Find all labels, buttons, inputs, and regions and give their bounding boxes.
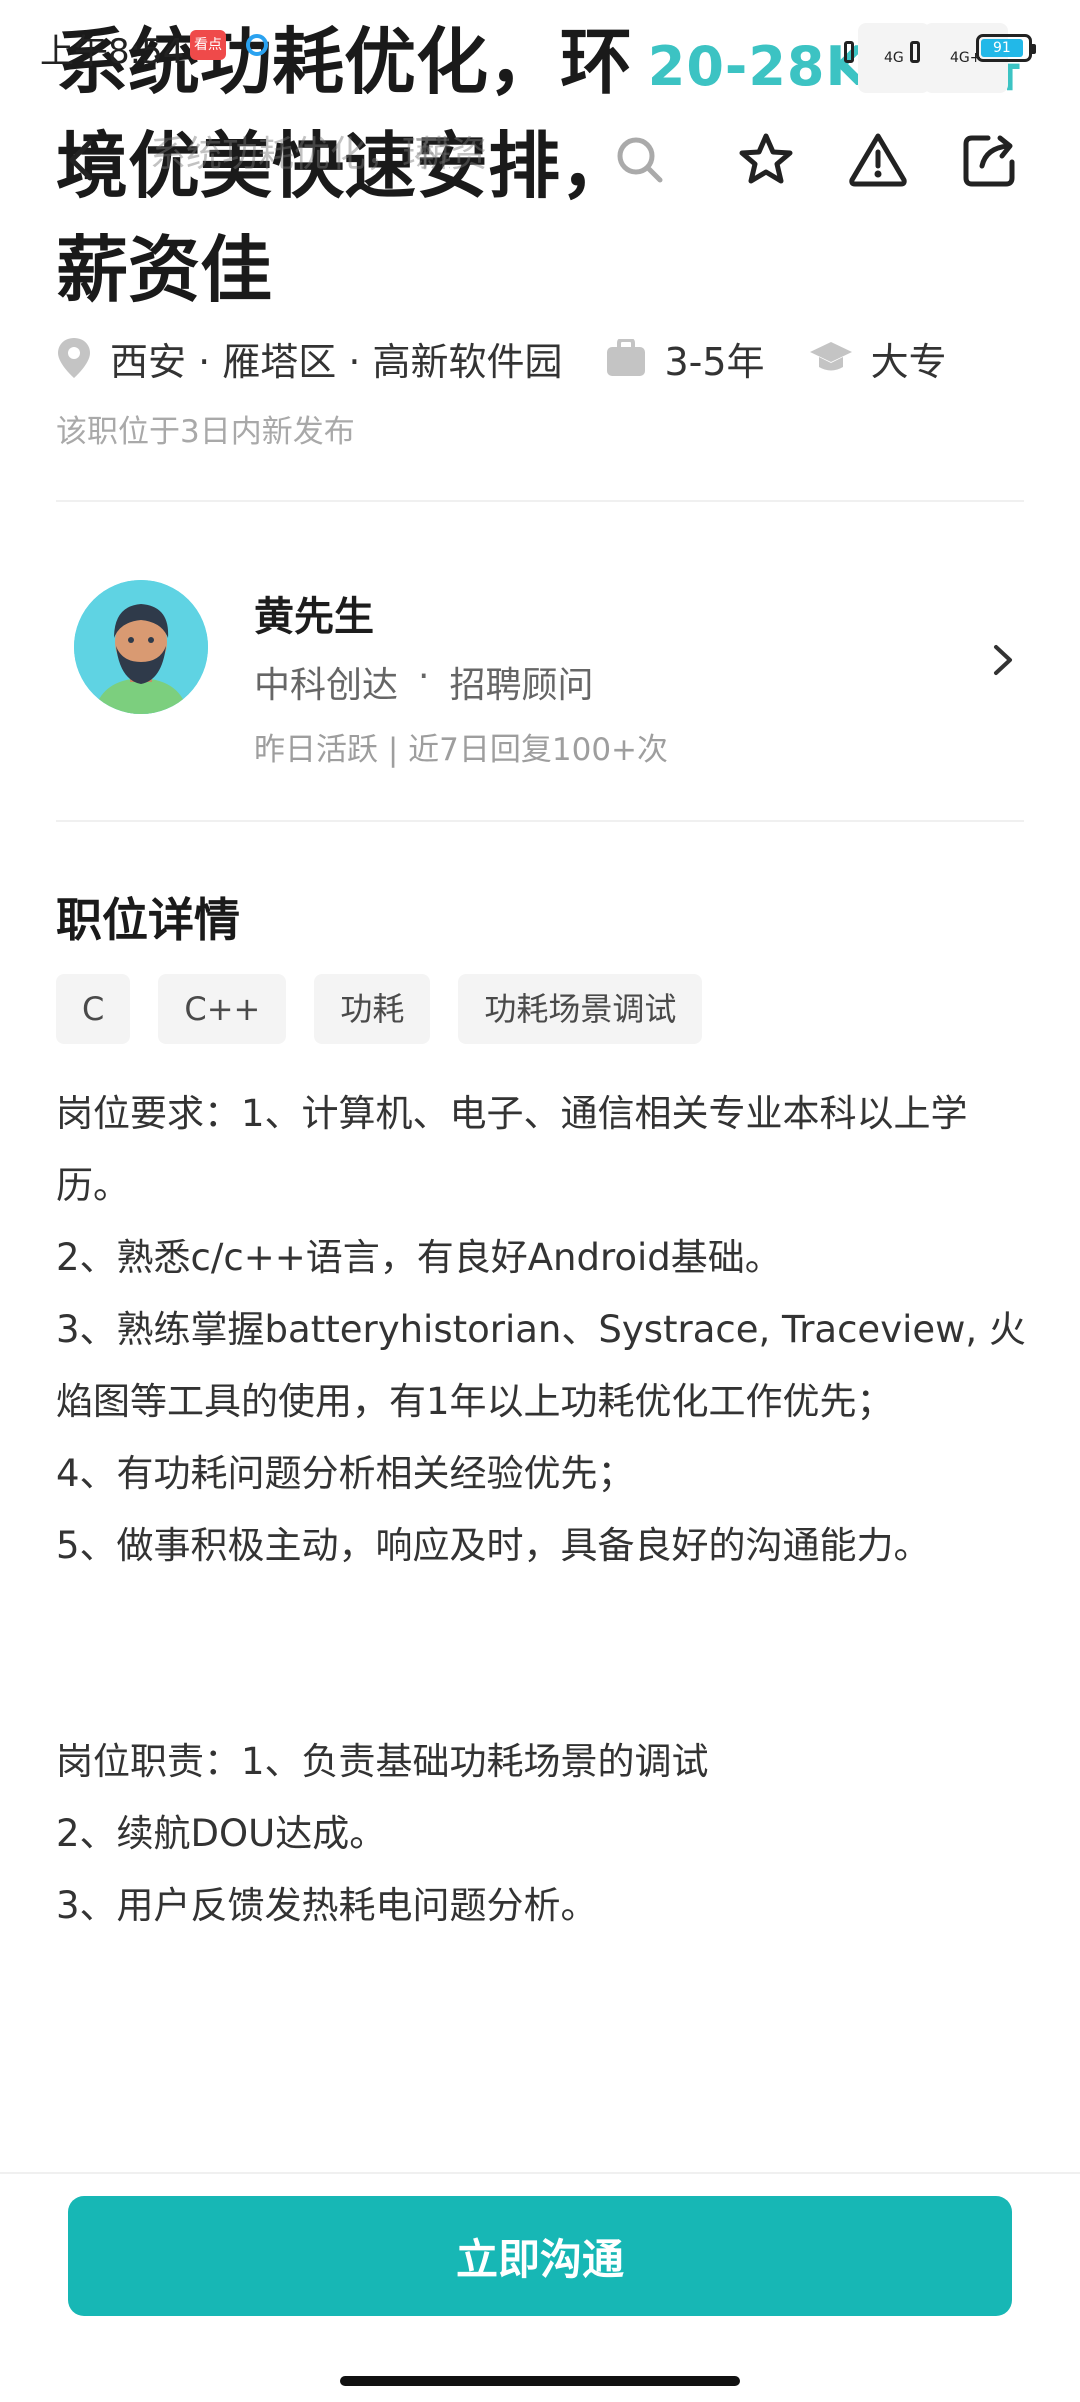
requirement-line: 4、有功耗问题分析相关经验优先； <box>56 1452 635 1495</box>
skill-tags: C C++ 功耗 功耗场景调试 <box>56 974 703 1044</box>
post-date: 该职位于3日内新发布 <box>56 414 355 450</box>
skill-tag: C++ <box>158 974 287 1044</box>
job-experience: 3-5年 <box>606 331 765 386</box>
requirement-line: 5、做事积极主动，响应及时，具备良好的沟通能力。 <box>56 1524 931 1567</box>
job-meta: 西安 · 雁塔区 · 高新软件园 3-5年 大专 <box>56 330 991 386</box>
recruiter-name: 黄先生 <box>254 594 374 640</box>
avatar <box>74 580 208 714</box>
share-icon[interactable] <box>958 128 1022 192</box>
responsibility-line: 岗位职责：1、负责基础功耗场景的调试 <box>56 1740 709 1783</box>
location-pin-icon <box>58 338 90 378</box>
sync-notification-icon <box>246 34 268 56</box>
requirement-line: 岗位要求：1、计算机、电子、通信相关专业本科以上学历。 <box>56 1092 968 1207</box>
battery-icon: 91 <box>976 34 1036 62</box>
star-icon[interactable] <box>734 128 798 192</box>
recruiter-activity: 昨日活跃 | 近7日回复100+次 <box>254 732 669 768</box>
separator-dot: · <box>418 656 430 697</box>
chat-now-button[interactable]: 立即沟通 <box>68 2196 1012 2316</box>
bottom-action-bar: 立即沟通 <box>0 2172 1080 2402</box>
status-time: 上午8:54 <box>40 32 185 72</box>
briefcase-icon <box>607 339 646 376</box>
recruiter-company: 中科创达 <box>254 665 399 706</box>
top-nav-bar: 系统功耗优化，环境 薪资 <box>0 100 1080 210</box>
recruiter-card[interactable]: 黄先生 中科创达 · 招聘顾问 昨日活跃 | 近7日回复100+次 <box>56 540 1024 790</box>
job-education-text: 大专 <box>870 339 947 384</box>
skill-tag: 功耗 <box>314 974 431 1044</box>
collapsed-job-title: 系统功耗优化，环境 <box>150 134 450 175</box>
requirement-line: 3、熟练掌握batteryhistorian、Systrace, Tracevi… <box>56 1308 1026 1423</box>
signal-icon-2: 4G+ <box>910 23 1008 93</box>
chevron-right-icon[interactable] <box>984 635 1024 685</box>
app-notification-icon: 看点 <box>190 30 226 60</box>
responsibility-line: 3、用户反馈发热耗电问题分析。 <box>56 1884 598 1927</box>
requirement-line: 2、熟悉c/c++语言，有良好Android基础。 <box>56 1236 782 1279</box>
skill-tag: 功耗场景调试 <box>458 974 703 1044</box>
divider <box>56 500 1024 502</box>
recruiter-company-line: 中科创达 · 招聘顾问 <box>254 656 593 708</box>
status-bar: 上午8:54 看点 4G 4G+ 91 <box>0 0 1080 110</box>
job-education: 大专 <box>809 331 947 386</box>
home-indicator[interactable] <box>340 2376 740 2386</box>
collapsed-salary: 薪资 <box>415 134 488 175</box>
warning-icon[interactable] <box>846 128 910 192</box>
status-indicators: 4G 4G+ 91 <box>844 23 1036 93</box>
recruiter-role: 招聘顾问 <box>449 665 594 706</box>
skill-tag: C <box>56 974 131 1044</box>
job-location: 西安 · 雁塔区 · 高新软件园 <box>56 331 562 386</box>
signal-icon: 4G <box>844 23 930 93</box>
job-description: 岗位要求：1、计算机、电子、通信相关专业本科以上学历。 2、熟悉c/c++语言，… <box>56 1078 1026 1942</box>
battery-level: 91 <box>981 39 1023 57</box>
job-location-text: 西安 · 雁塔区 · 高新软件园 <box>110 339 563 384</box>
job-experience-text: 3-5年 <box>664 339 765 384</box>
responsibility-line: 2、续航DOU达成。 <box>56 1812 387 1855</box>
back-icon[interactable] <box>52 130 112 190</box>
section-title: 职位详情 <box>56 893 240 947</box>
divider <box>56 820 1024 822</box>
graduation-cap-icon <box>809 342 852 371</box>
search-icon[interactable] <box>608 128 672 192</box>
